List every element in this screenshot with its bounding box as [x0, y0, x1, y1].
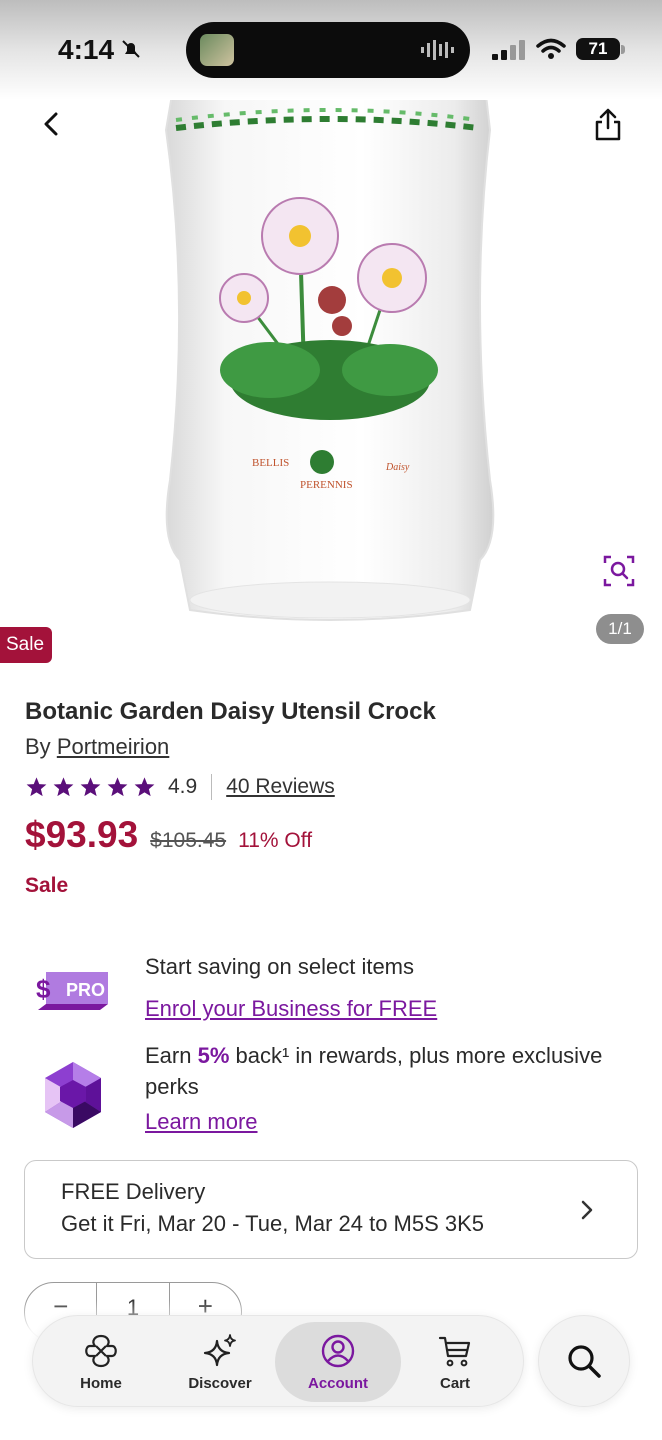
account-icon: [321, 1334, 355, 1367]
product-title: Botanic Garden Daisy Utensil Crock: [25, 698, 436, 725]
learn-more-link[interactable]: Learn more: [145, 1109, 258, 1135]
nav-label-home: Home: [80, 1374, 122, 1392]
star-icon: [80, 777, 101, 797]
bottom-nav: Home Discover Account Cart: [32, 1315, 524, 1407]
enrol-business-link[interactable]: Enrol your Business for FREE: [145, 996, 437, 1022]
home-icon: [85, 1334, 117, 1367]
discount-percent: 11% Off: [238, 829, 313, 852]
status-time: 4:14: [58, 34, 115, 65]
product-image-area[interactable]: BELLIS PERENNIS Daisy 1/1 Sale: [0, 0, 662, 668]
rewards-gem-icon: [45, 1062, 101, 1128]
cellular-signal-icon: [492, 40, 525, 60]
brand-link[interactable]: Portmeirion: [57, 734, 169, 759]
search-button[interactable]: [538, 1315, 630, 1407]
zoom-icon[interactable]: [602, 554, 636, 588]
rewards-promo-text: Earn 5% back¹ in rewards, plus more excl…: [145, 1040, 605, 1102]
sparkle-icon: [203, 1333, 236, 1366]
delivery-title: FREE Delivery: [61, 1179, 206, 1204]
rating-row: 4.9 40 Reviews: [25, 772, 335, 802]
svg-text:Daisy: Daisy: [385, 462, 410, 473]
product-image[interactable]: BELLIS PERENNIS Daisy: [0, 0, 662, 668]
dynamic-island: [186, 22, 470, 78]
star-icon: [53, 777, 74, 797]
pro-promo-text: Start saving on select items: [145, 954, 415, 979]
rating-stars: [25, 776, 156, 798]
nav-label-account: Account: [308, 1374, 368, 1392]
rating-divider: [211, 774, 213, 800]
wifi-icon: [536, 38, 566, 59]
share-icon[interactable]: [590, 106, 626, 144]
star-icon: [26, 777, 47, 797]
back-chevron-icon[interactable]: [34, 106, 70, 142]
battery-indicator: 71: [576, 38, 620, 60]
price-row: $93.93 $105.45 11% Off: [25, 814, 312, 856]
star-icon: [107, 777, 128, 797]
chevron-right-icon: [581, 1200, 593, 1220]
star-icon: [134, 777, 155, 797]
original-price: $105.45: [150, 829, 227, 852]
nav-item-cart[interactable]: Cart: [411, 1316, 499, 1408]
product-brand: By Portmeirion: [25, 734, 169, 760]
svg-text:PERENNIS: PERENNIS: [300, 479, 353, 491]
sale-badge: Sale: [0, 627, 52, 663]
svg-text:BELLIS: BELLIS: [252, 457, 289, 469]
nav-item-account[interactable]: Account: [275, 1322, 401, 1402]
rating-value: 4.9: [168, 775, 198, 798]
nav-item-home[interactable]: Home: [57, 1316, 145, 1408]
rewards-text-before: Earn: [145, 1043, 198, 1068]
nav-label-discover: Discover: [188, 1374, 252, 1392]
pro-logo-icon: $ PRO: [36, 972, 108, 1010]
by-prefix: By: [25, 734, 51, 759]
audio-wave-icon: [421, 40, 454, 60]
delivery-card[interactable]: FREE Delivery Get it Fri, Mar 20 - Tue, …: [24, 1160, 638, 1259]
now-playing-thumbnail: [200, 34, 234, 66]
silent-bell-icon: [122, 40, 140, 58]
status-bar: 4:14 71: [0, 0, 662, 100]
svg-text:$: $: [36, 974, 51, 1004]
delivery-date: Get it Fri, Mar 20 - Tue, Mar 24 to M5S …: [61, 1211, 485, 1236]
image-pager: 1/1: [596, 614, 644, 644]
nav-item-discover[interactable]: Discover: [173, 1316, 267, 1408]
cart-icon: [438, 1336, 471, 1366]
current-price: $93.93: [25, 814, 139, 855]
nav-label-cart: Cart: [439, 1374, 470, 1392]
sale-label: Sale: [25, 874, 69, 897]
pro-logo-text: PRO: [66, 980, 105, 1000]
battery-cap: [621, 45, 625, 54]
reviews-link[interactable]: 40 Reviews: [226, 775, 335, 799]
search-icon: [568, 1345, 601, 1378]
rewards-percent: 5%: [197, 1043, 230, 1068]
